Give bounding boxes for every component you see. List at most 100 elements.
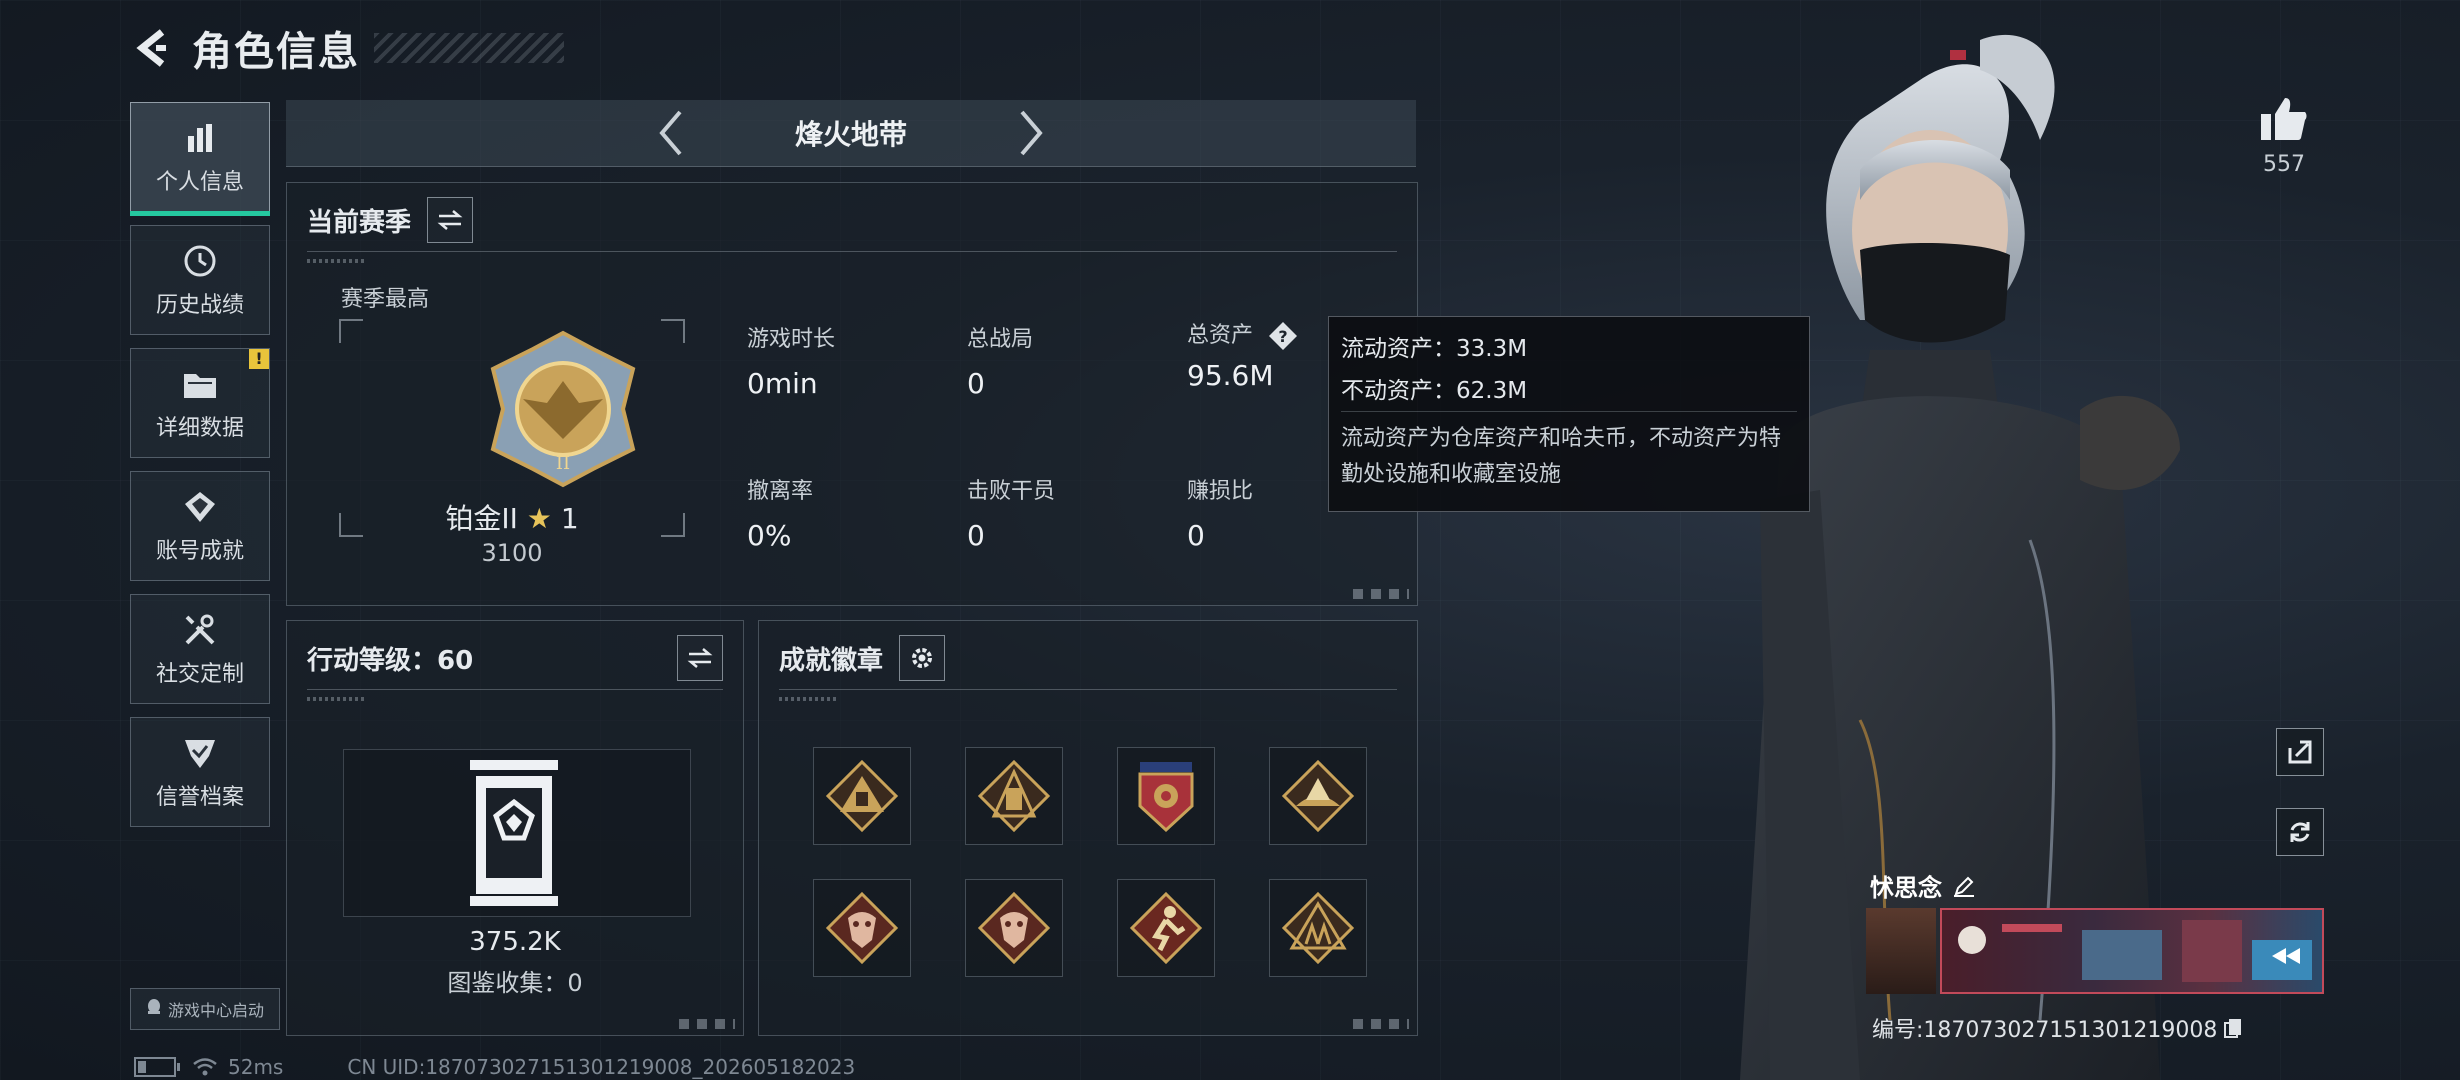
stat-play-time: 游戏时长 0min [747, 321, 947, 400]
achievement-badge[interactable] [965, 747, 1063, 845]
next-mode-arrow-icon[interactable] [1001, 103, 1061, 163]
battery-icon [134, 1057, 180, 1077]
sidebar-item-reputation[interactable]: 信誉档案 [130, 717, 270, 827]
sidebar-item-social[interactable]: 社交定制 [130, 594, 270, 704]
decoration [679, 1019, 735, 1029]
runner-badge-icon [1129, 891, 1203, 965]
sidebar-item-label: 个人信息 [155, 170, 244, 195]
stat-value: 0 [967, 367, 985, 400]
title-decoration [374, 33, 564, 63]
folder-icon [180, 364, 220, 404]
achievement-settings-button[interactable] [899, 635, 946, 681]
stat-label: 总资产 [1187, 323, 1254, 348]
rank-frame: II 铂金II ★ 1 3100 [339, 319, 685, 567]
season-panel: 当前赛季 赛季最高 II 铂金II ★ 1 3100 游戏时长 0min 总战局… [286, 182, 1418, 606]
page-header: 角色信息 [130, 18, 564, 78]
player-card: 怵思念 [1780, 868, 2324, 1004]
stat-label: 游戏时长 [747, 327, 836, 352]
achievement-icon [180, 487, 220, 527]
sidebar-item-label: 历史战绩 [155, 293, 244, 318]
game-center-launch-button[interactable]: 游戏中心启动 [130, 988, 280, 1030]
rank-score: 3100 [481, 539, 543, 567]
help-icon[interactable]: ? [1268, 321, 1298, 351]
stat-value: 0min [747, 367, 818, 400]
share-button[interactable] [2276, 728, 2324, 776]
edit-pencil-icon[interactable] [1952, 874, 1976, 898]
like-button[interactable]: 557 [2254, 96, 2314, 177]
cn-uid: CN UID:187073027151301219008_20260518202… [347, 1055, 856, 1079]
swap-icon [687, 648, 713, 668]
decoration [307, 697, 367, 701]
back-arrow-icon[interactable] [130, 24, 178, 72]
stat-label: 击败干员 [967, 479, 1056, 504]
rank-name: 铂金II [445, 502, 518, 535]
season-title: 当前赛季 [307, 207, 412, 238]
achievements-panel: 成就徽章 [758, 620, 1418, 1036]
tooltip-fixed-assets: 不动资产：62.3M [1341, 378, 1528, 404]
decoration [307, 259, 367, 263]
mode-name: 烽火地带 [794, 118, 907, 151]
tools-icon [180, 610, 220, 650]
switch-level-button[interactable] [677, 635, 723, 681]
achievement-badge[interactable] [813, 879, 911, 977]
history-icon [180, 241, 220, 281]
stat-value: 0 [967, 519, 985, 552]
achievement-badge[interactable] [1269, 879, 1367, 977]
copy-icon[interactable] [2223, 1017, 2243, 1039]
decoration [779, 697, 839, 701]
achievement-badge[interactable] [1269, 747, 1367, 845]
like-count: 557 [2263, 152, 2305, 177]
gear-icon [912, 648, 933, 668]
sidebar-item-label: 账号成就 [155, 539, 244, 564]
banner-art [1958, 920, 2312, 982]
shield-check-icon [180, 733, 220, 773]
wifi-icon [193, 1058, 217, 1076]
sidebar-item-detail-data[interactable]: ! 详细数据 [130, 348, 270, 458]
lantern-badge-icon [977, 759, 1051, 833]
qq-penguin-icon [146, 998, 162, 1020]
dragon-badge-icon [977, 891, 1051, 965]
tooltip-description: 流动资产为仓库资产和哈夫币，不动资产为特勤处设施和收藏室设施 [1341, 426, 1782, 487]
sidebar-item-personal-info[interactable]: 个人信息 [130, 102, 270, 216]
sidebar-item-history[interactable]: 历史战绩 [130, 225, 270, 335]
prev-mode-arrow-icon[interactable] [641, 103, 701, 163]
sidebar-item-achievements[interactable]: 账号成就 [130, 471, 270, 581]
level-title: 行动等级：60 [307, 645, 474, 676]
player-name-row: 怵思念 [1870, 868, 1976, 903]
achievement-badge[interactable] [813, 747, 911, 845]
sidebar-item-label: 信誉档案 [155, 785, 244, 810]
refresh-button[interactable] [2276, 808, 2324, 856]
switch-season-button[interactable] [427, 197, 474, 243]
collection-display[interactable] [343, 749, 691, 917]
collection-case-icon [470, 760, 558, 906]
assets-tooltip: 流动资产：33.3M 不动资产：62.3M 流动资产为仓库资产和哈夫币，不动资产… [1328, 316, 1810, 512]
sidebar: 个人信息 历史战绩 ! 详细数据 账号成就 社交定制 信誉档案 [130, 102, 270, 840]
stat-kills: 击败干员 0 [967, 473, 1167, 552]
player-uid-row: 编号:187073027151301219008 [1872, 1012, 2243, 1044]
mode-selector: 烽火地带 [286, 100, 1416, 167]
achievement-badge[interactable] [1117, 879, 1215, 977]
thumbs-up-icon [2261, 98, 2307, 140]
rank-name-row: 铂金II ★ 1 [339, 497, 685, 537]
rank-stars: 1 [560, 502, 579, 535]
status-bar: 52ms CN UID:187073027151301219008_202605… [134, 1054, 855, 1080]
divider [779, 689, 1397, 690]
stat-label: 总战局 [967, 327, 1034, 352]
player-uid: 编号:187073027151301219008 [1872, 1018, 2218, 1043]
divider [1341, 411, 1797, 412]
svg-text:?: ? [1278, 327, 1287, 346]
stat-extract-rate: 撤离率 0% [747, 473, 947, 552]
divider [307, 251, 1397, 252]
warning-badge: ! [249, 349, 269, 369]
player-avatar[interactable] [1866, 908, 1936, 994]
stat-value: 0% [747, 519, 792, 552]
achievement-badge[interactable] [965, 879, 1063, 977]
achievement-badge[interactable] [1117, 747, 1215, 845]
stat-total-matches: 总战局 0 [967, 321, 1167, 400]
player-name-card-banner[interactable] [1940, 908, 2324, 994]
player-name: 怵思念 [1870, 874, 1942, 902]
ping-value: 52ms [228, 1055, 284, 1079]
dragon-badge-icon [825, 891, 899, 965]
achievements-header: 成就徽章 [779, 635, 946, 681]
game-center-label: 游戏中心启动 [167, 1001, 264, 1020]
